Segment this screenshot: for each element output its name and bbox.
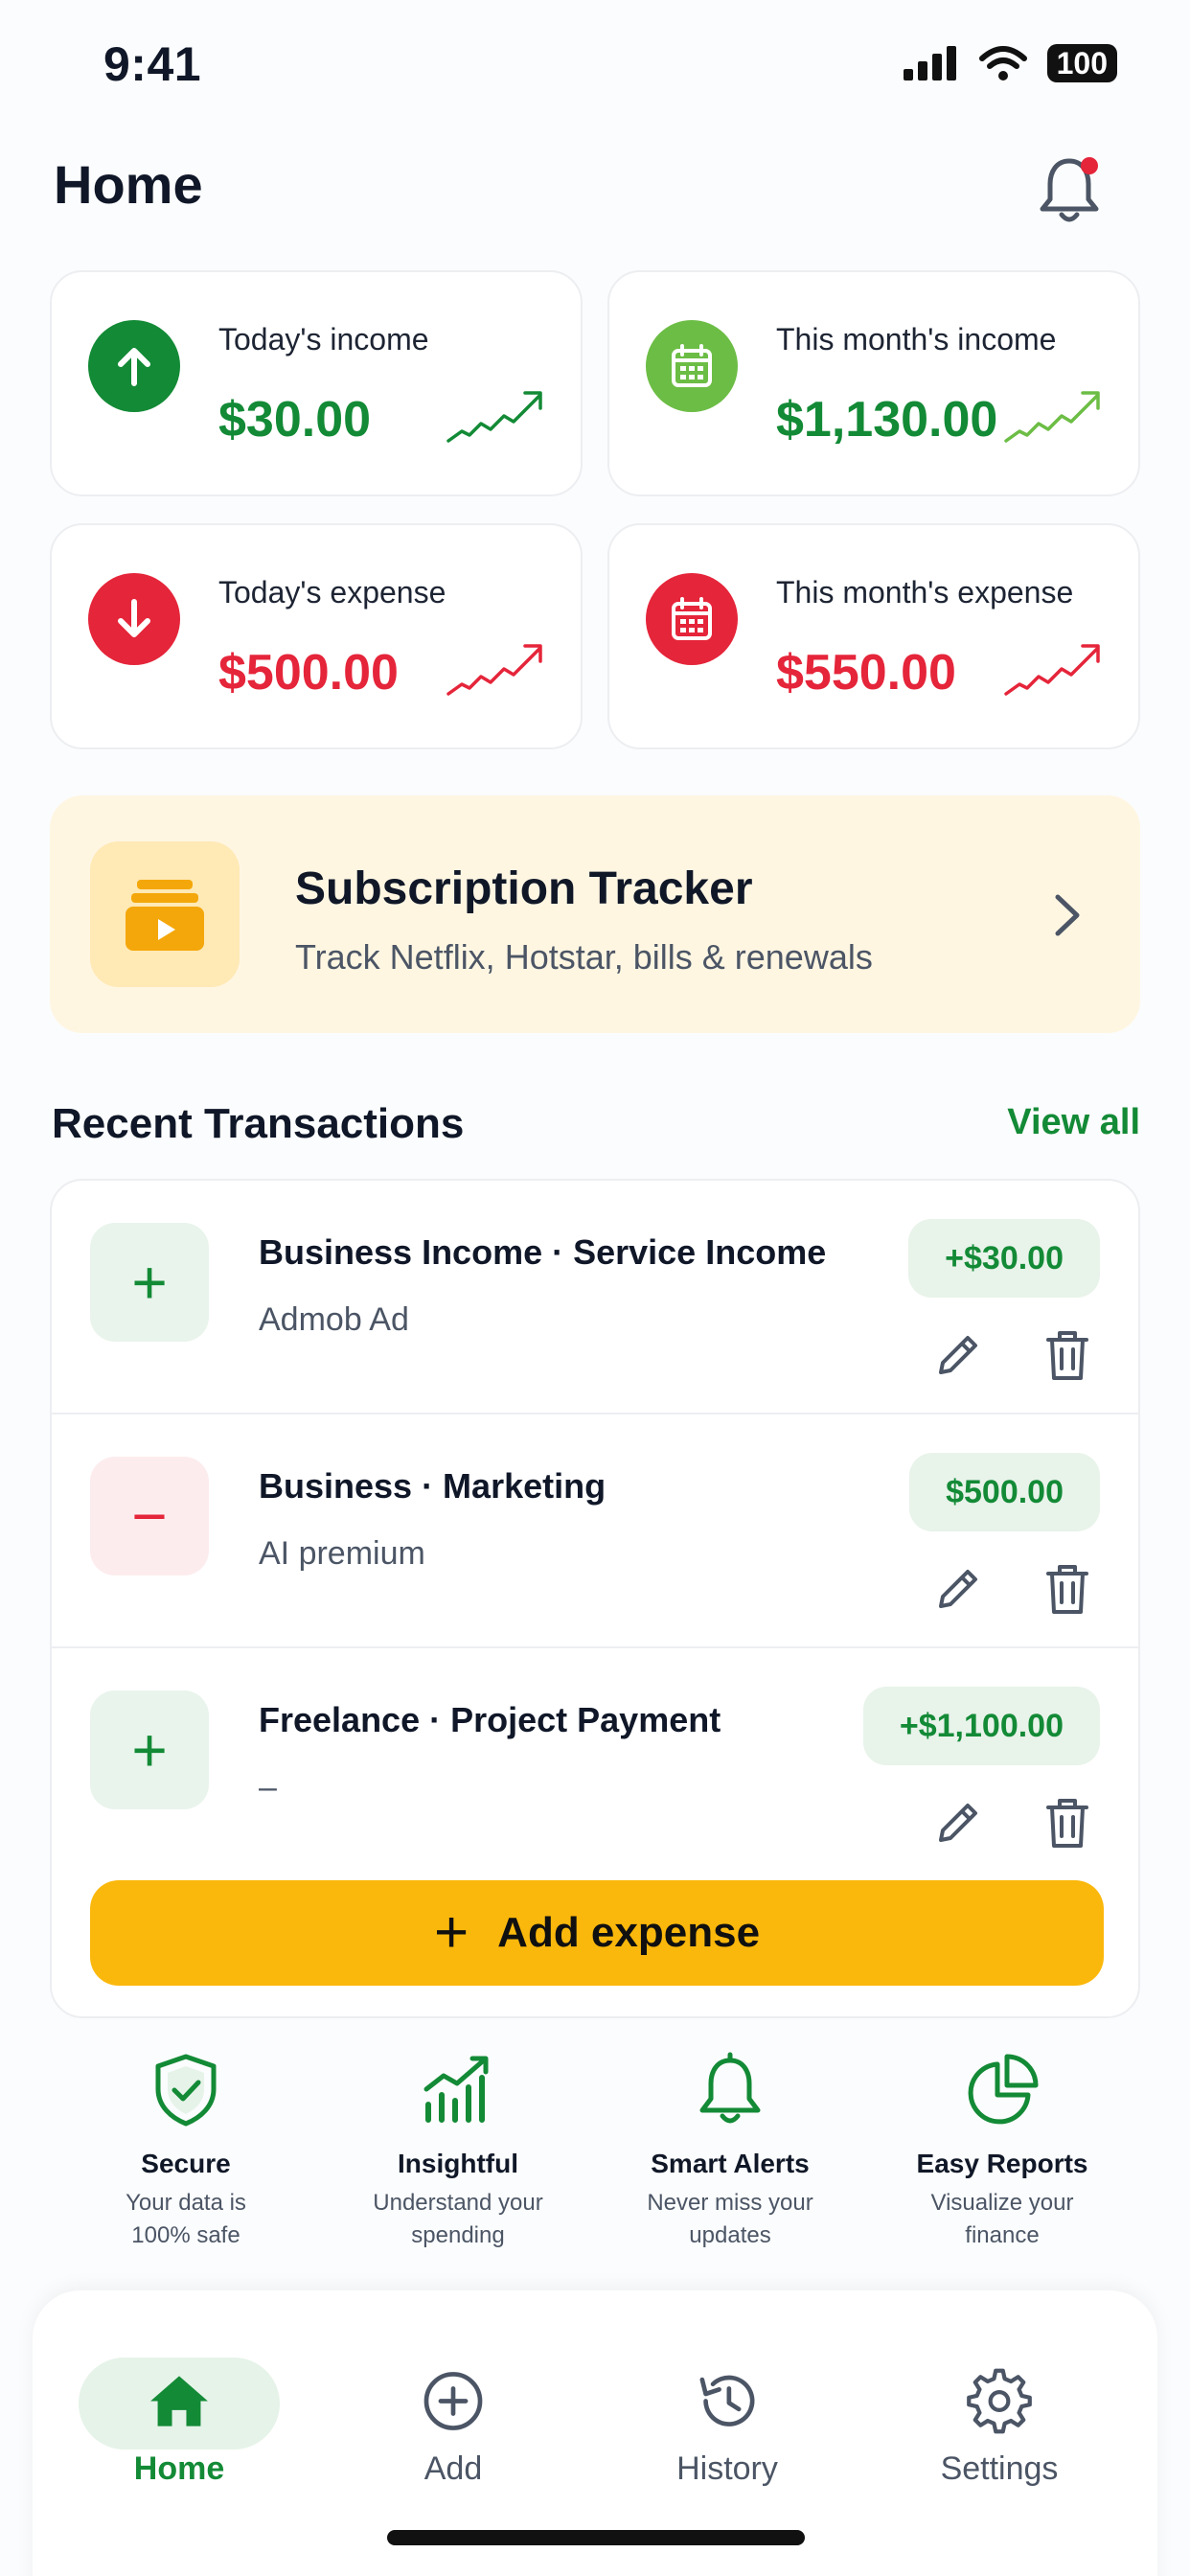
home-icon (150, 2376, 208, 2426)
bell-icon (699, 2052, 761, 2124)
recent-transactions-title: Recent Transactions (52, 1100, 465, 1147)
gear-icon (967, 2368, 1032, 2434)
history-icon (699, 2375, 755, 2426)
features-row: Secure Your data is 100% safe Insightful … (50, 2051, 1140, 2262)
stat-label: This month's expense (776, 575, 1074, 610)
nav-label: Settings (940, 2450, 1059, 2487)
page-title: Home (54, 154, 203, 215)
feature-title: Easy Reports (916, 2149, 1088, 2178)
subscription-title: Subscription Tracker (295, 863, 753, 914)
subscription-description: Track Netflix, Hotstar, bills & renewals (295, 937, 873, 977)
feature-easy-reports: Easy Reports Visualize your finance (866, 2051, 1138, 2262)
feature-smart-alerts: Smart Alerts Never miss your updates (594, 2051, 866, 2262)
feature-desc: Your data is 100% safe (126, 2190, 246, 2248)
transaction-title: Business · Marketing (259, 1466, 606, 1506)
add-expense-button[interactable]: + Add expense (90, 1880, 1104, 1986)
plus-icon: + (90, 1223, 209, 1342)
transaction-title: Business Income · Service Income (259, 1232, 827, 1272)
calendar-icon (646, 573, 738, 665)
add-expense-label: Add expense (497, 1909, 761, 1956)
arrow-down-icon (88, 573, 180, 665)
status-icons: 100 (903, 44, 1117, 82)
feature-title: Insightful (398, 2149, 518, 2178)
subscription-tracker-banner[interactable]: Subscription Tracker Track Netflix, Hots… (50, 795, 1140, 1033)
stat-card-month-income[interactable]: This month's income $1,130.00 (607, 270, 1140, 496)
stat-card-today-income[interactable]: Today's income $30.00 (50, 270, 583, 496)
transaction-subtitle: AI premium (259, 1535, 425, 1572)
stat-card-today-expense[interactable]: Today's expense $500.00 (50, 523, 583, 749)
trend-up-icon (446, 391, 542, 443)
stat-label: Today's expense (218, 575, 446, 610)
bar-chart-icon (423, 2056, 489, 2123)
stat-amount: $500.00 (218, 645, 399, 701)
plus-circle-icon (423, 2372, 483, 2430)
transaction-amount-badge: +$30.00 (908, 1219, 1100, 1298)
transaction-amount-badge: $500.00 (909, 1453, 1100, 1531)
trash-icon[interactable] (1041, 1794, 1094, 1852)
nav-label: Add (423, 2450, 483, 2487)
feature-desc: Visualize your finance (930, 2190, 1074, 2248)
stat-card-month-expense[interactable]: This month's expense $550.00 (607, 523, 1140, 749)
arrow-up-icon (88, 320, 180, 412)
view-all-link[interactable]: View all (1007, 1102, 1140, 1143)
transaction-subtitle: – (259, 1769, 277, 1806)
notification-button[interactable] (1035, 153, 1104, 226)
status-time: 9:41 (103, 37, 202, 91)
pie-chart-icon (968, 2054, 1039, 2125)
nav-history[interactable]: History (627, 2325, 828, 2488)
trend-up-icon (1004, 391, 1100, 443)
pencil-icon[interactable] (931, 1328, 985, 1382)
plus-icon: + (433, 1899, 469, 1966)
nav-settings[interactable]: Settings (899, 2325, 1100, 2488)
feature-insightful: Insightful Understand your spending (322, 2051, 594, 2262)
signal-icon (903, 46, 956, 80)
transaction-row[interactable]: + Freelance · Project Payment – +$1,100.… (52, 1648, 1138, 1882)
pencil-icon[interactable] (931, 1562, 985, 1616)
stat-label: This month's income (776, 322, 1057, 356)
stat-amount: $30.00 (218, 392, 372, 448)
transaction-row[interactable]: − Business · Marketing AI premium $500.0… (52, 1414, 1138, 1648)
feature-secure: Secure Your data is 100% safe (50, 2051, 322, 2262)
feature-desc: Never miss your updates (647, 2190, 813, 2248)
minus-icon: − (90, 1457, 209, 1576)
shield-check-icon (155, 2054, 217, 2127)
transaction-title: Freelance · Project Payment (259, 1700, 721, 1739)
trend-up-icon (1004, 644, 1100, 696)
feature-desc: Understand your spending (373, 2190, 543, 2248)
notification-dot (1081, 157, 1098, 174)
nav-label: Home (133, 2450, 225, 2487)
stat-amount: $1,130.00 (776, 392, 998, 448)
feature-title: Secure (141, 2149, 231, 2178)
calendar-icon (646, 320, 738, 412)
trash-icon[interactable] (1041, 1560, 1094, 1618)
stat-amount: $550.00 (776, 645, 956, 701)
transaction-row[interactable]: + Business Income · Service Income Admob… (52, 1181, 1138, 1414)
transactions-card: + Business Income · Service Income Admob… (50, 1179, 1140, 2018)
wifi-icon (978, 46, 1027, 80)
chevron-right-icon (1055, 894, 1080, 936)
home-indicator (387, 2530, 805, 2545)
transaction-amount-badge: +$1,100.00 (862, 1687, 1100, 1765)
feature-title: Smart Alerts (651, 2149, 810, 2178)
pencil-icon[interactable] (931, 1796, 985, 1850)
battery-indicator: 100 (1046, 44, 1117, 82)
stat-label: Today's income (218, 322, 429, 356)
plus-icon: + (90, 1690, 209, 1809)
trend-up-icon (446, 644, 542, 696)
trash-icon[interactable] (1041, 1326, 1094, 1384)
nav-home[interactable]: Home (79, 2325, 280, 2488)
nav-add[interactable]: Add (353, 2325, 554, 2488)
nav-label: History (676, 2450, 778, 2487)
subscription-icon (90, 841, 240, 987)
transaction-subtitle: Admob Ad (259, 1301, 409, 1338)
